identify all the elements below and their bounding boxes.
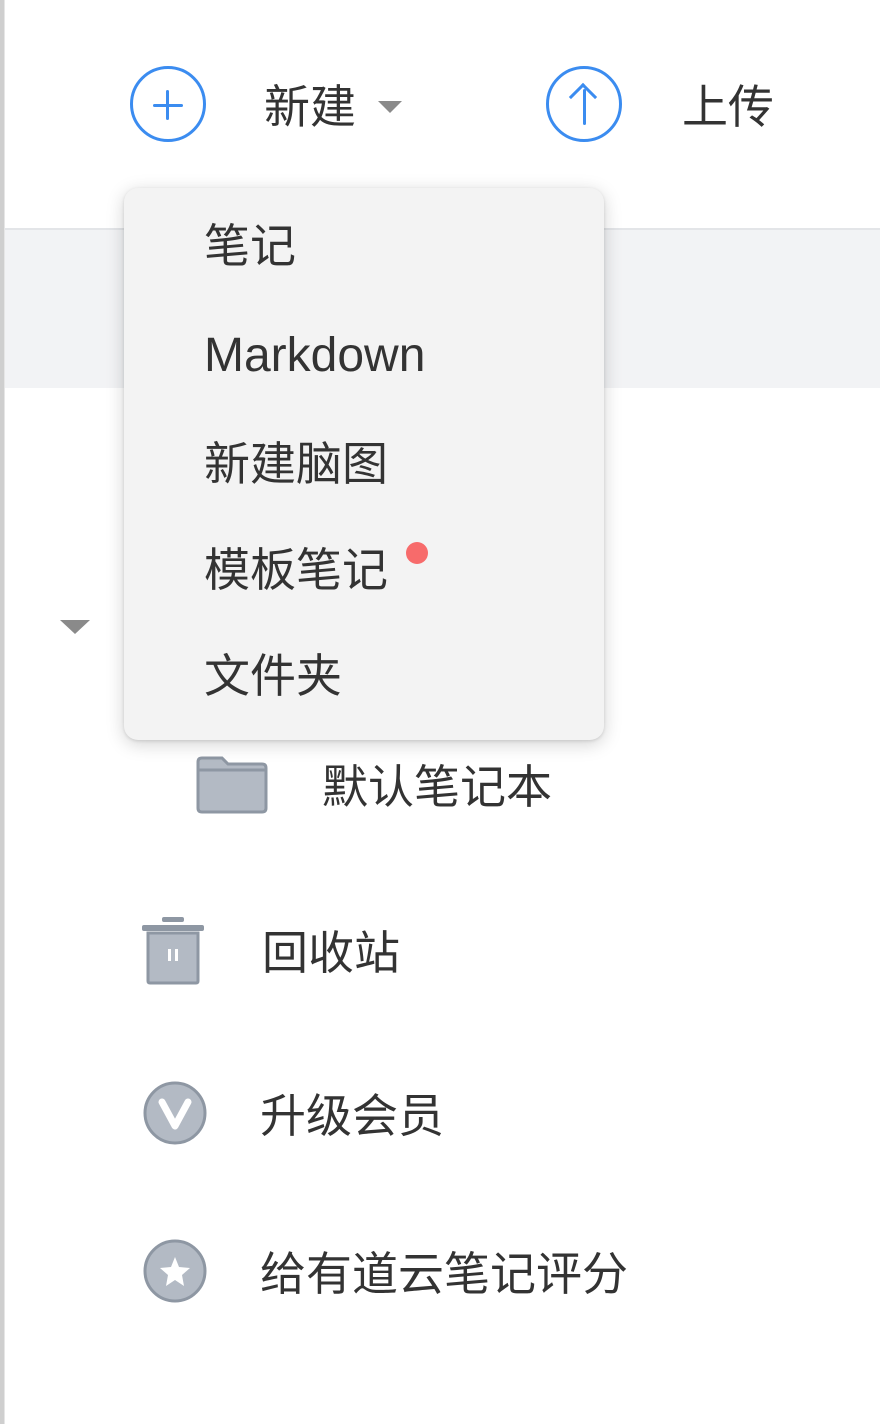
menu-item-mindmap[interactable]: 新建脑图 [124,408,604,514]
menu-item-folder[interactable]: 文件夹 [124,620,604,726]
sidebar-item-label: 回收站 [262,926,400,980]
menu-item-note[interactable]: 笔记 [124,190,604,296]
app-window: 新建 上传 默认笔记本 回收站 升级会员 给有道云笔记评分 笔记 Markdow… [0,0,880,1424]
sidebar-item-label: 给有道云笔记评分 [260,1247,628,1301]
sidebar-item-default-notebook[interactable]: 默认笔记本 [196,752,552,816]
menu-item-label: 模板笔记 [204,543,388,597]
caret-down-icon [378,101,402,113]
folder-icon [196,756,268,814]
sidebar-item-rate-app[interactable]: 给有道云笔记评分 [142,1236,628,1306]
menu-item-label: 笔记 [204,219,296,273]
menu-item-label: Markdown [204,328,426,382]
tree-caret-down-icon[interactable] [60,620,90,634]
new-badge-dot [406,542,428,564]
window-left-border-inner [4,0,5,1424]
upload-button[interactable]: 上传 [546,66,774,142]
menu-item-template-note[interactable]: 模板笔记 [124,514,604,620]
star-badge-icon [143,1239,207,1303]
sidebar-item-upgrade-vip[interactable]: 升级会员 [142,1078,444,1148]
upload-button-label: 上传 [682,80,774,134]
toolbar: 新建 上传 [0,0,880,210]
menu-item-label: 新建脑图 [204,437,388,491]
sidebar-item-label: 升级会员 [260,1089,444,1143]
plus-circle-icon [130,66,206,142]
trash-icon [142,917,204,985]
menu-item-label: 文件夹 [204,649,342,703]
sidebar-item-trash[interactable]: 回收站 [140,914,400,986]
upload-arrow-circle-icon [546,66,622,142]
new-dropdown-menu: 笔记 Markdown 新建脑图 模板笔记 文件夹 [124,188,604,740]
sidebar-item-label: 默认笔记本 [322,760,552,814]
new-button-label: 新建 [264,80,356,134]
vip-badge-icon [143,1081,207,1145]
menu-item-markdown[interactable]: Markdown [124,302,604,408]
new-button[interactable]: 新建 [130,66,402,142]
